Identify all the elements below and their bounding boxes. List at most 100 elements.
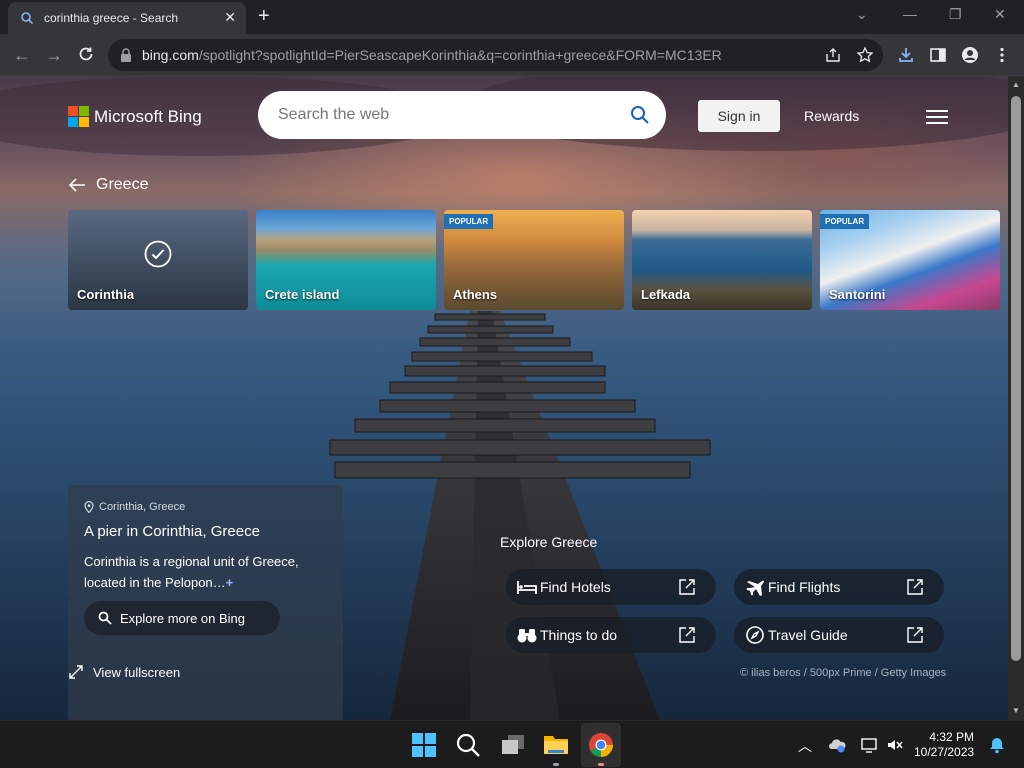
find-flights-label: Find Flights	[768, 579, 841, 595]
card-label: Corinthia	[77, 287, 135, 302]
airplane-icon	[746, 580, 765, 596]
explore-more-button[interactable]: Explore more on Bing	[84, 601, 280, 635]
card-label: Lefkada	[641, 287, 691, 302]
info-description: Corinthia is a regional unit of Greece, …	[84, 554, 299, 590]
hamburger-menu-icon[interactable]	[926, 110, 948, 124]
travel-guide-label: Travel Guide	[768, 627, 848, 643]
search-input[interactable]	[278, 103, 618, 127]
expand-description-button[interactable]: +	[226, 575, 234, 590]
rewards-link[interactable]: Rewards	[804, 108, 859, 124]
card-lefkada[interactable]: Lefkada	[632, 210, 812, 310]
external-link-icon	[679, 579, 695, 595]
microsoft-logo-icon	[68, 106, 89, 127]
onedrive-icon[interactable]	[828, 736, 846, 754]
location-text: Corinthia, Greece	[99, 501, 186, 513]
card-santorini[interactable]: POPULAR Santorini	[820, 210, 1000, 310]
explore-more-label: Explore more on Bing	[120, 610, 246, 626]
more-menu-icon[interactable]	[993, 46, 1011, 64]
chrome-icon[interactable]	[588, 732, 614, 758]
notification-bell-icon[interactable]	[988, 736, 1006, 754]
bing-logo[interactable]: Microsoft Bing	[68, 106, 202, 127]
info-title: A pier in Corinthia, Greece	[84, 523, 260, 540]
browser-titlebar: corinthia greece - Search ✕ + ⌄ — ❐ ✕	[0, 0, 1024, 34]
page-scrollbar[interactable]: ▲ ▼	[1008, 76, 1024, 720]
find-hotels-button[interactable]: Find Hotels	[506, 569, 716, 605]
side-panel-icon[interactable]	[929, 46, 947, 64]
image-credit: © ilias beros / 500px Prime / Getty Imag…	[740, 667, 947, 679]
things-to-do-button[interactable]: Things to do	[506, 617, 716, 653]
windows-taskbar: ︿ 4:32 PM 10/27/2023	[0, 720, 1024, 768]
restore-icon[interactable]: ❐	[949, 6, 962, 23]
spotlight-page: Microsoft Bing Sign in Rewards Greece Co…	[0, 76, 1008, 720]
expand-icon	[69, 665, 83, 679]
search-favicon-icon	[21, 12, 34, 25]
search-taskbar-icon[interactable]	[455, 732, 481, 758]
things-to-do-label: Things to do	[540, 627, 618, 643]
external-link-icon	[907, 627, 923, 643]
profile-avatar-icon[interactable]	[961, 46, 979, 64]
breadcrumb[interactable]: Greece	[68, 176, 148, 194]
bookmark-star-icon[interactable]	[856, 46, 874, 64]
view-fullscreen-label: View fullscreen	[93, 664, 181, 680]
network-icon[interactable]	[860, 736, 878, 754]
travel-guide-button[interactable]: Travel Guide	[734, 617, 944, 653]
card-athens[interactable]: POPULAR Athens	[444, 210, 624, 310]
forward-icon[interactable]: →	[43, 44, 65, 66]
tab-close-icon[interactable]: ✕	[224, 10, 236, 24]
location: Corinthia, Greece	[84, 501, 185, 513]
location-pin-icon	[84, 501, 94, 513]
binoculars-icon	[517, 629, 537, 643]
popular-badge: POPULAR	[444, 214, 494, 229]
sign-in-button[interactable]: Sign in	[698, 100, 780, 132]
file-explorer-icon[interactable]	[543, 731, 569, 757]
reload-icon[interactable]	[77, 45, 95, 63]
card-label: Santorini	[829, 287, 886, 302]
tab-search-chevron-icon[interactable]: ⌄	[856, 6, 868, 23]
card-label: Crete island	[265, 287, 340, 302]
volume-muted-icon[interactable]	[886, 736, 904, 754]
close-window-icon[interactable]: ✕	[994, 6, 1006, 23]
info-panel: Corinthia, Greece A pier in Corinthia, G…	[68, 485, 343, 720]
clock-date: 10/27/2023	[914, 745, 975, 759]
back-icon[interactable]: ←	[11, 44, 33, 66]
explore-heading: Explore Greece	[500, 534, 598, 550]
search-icon[interactable]	[630, 105, 650, 125]
share-icon[interactable]	[824, 46, 842, 64]
url-text: bing.com/spotlight?spotlightId=PierSeasc…	[142, 47, 722, 63]
breadcrumb-label: Greece	[96, 176, 149, 193]
check-circle-icon	[144, 240, 172, 268]
find-flights-button[interactable]: Find Flights	[734, 569, 944, 605]
view-fullscreen-link[interactable]: View fullscreen	[68, 664, 180, 680]
browser-tab[interactable]: corinthia greece - Search ✕	[8, 2, 246, 34]
download-icon[interactable]	[897, 46, 915, 64]
browser-toolbar: ← → bing.com/spotlight?spotlightId=PierS…	[0, 34, 1024, 76]
file-explorer-running-indicator	[553, 763, 559, 766]
bed-icon	[517, 581, 537, 594]
external-link-icon	[679, 627, 695, 643]
address-bar[interactable]: bing.com/spotlight?spotlightId=PierSeasc…	[108, 39, 883, 71]
lock-icon	[121, 48, 131, 62]
clock-time: 4:32 PM	[929, 730, 975, 744]
new-tab-icon[interactable]: +	[258, 6, 270, 26]
minimize-icon[interactable]: —	[903, 6, 917, 22]
system-clock[interactable]: 4:32 PM 10/27/2023	[914, 730, 974, 760]
windows-start-icon[interactable]	[411, 732, 437, 758]
task-view-icon[interactable]	[500, 732, 526, 758]
brand-name: Microsoft Bing	[94, 106, 202, 126]
back-arrow-icon[interactable]	[68, 177, 86, 193]
search-icon	[98, 611, 112, 625]
tab-title: corinthia greece - Search	[44, 11, 179, 25]
external-link-icon	[907, 579, 923, 595]
compass-icon	[746, 626, 764, 644]
scroll-down-icon[interactable]: ▼	[1012, 706, 1020, 715]
card-corinthia[interactable]: Corinthia	[68, 210, 248, 310]
card-crete-island[interactable]: Crete island	[256, 210, 436, 310]
popular-badge: POPULAR	[820, 214, 870, 229]
chevron-up-icon[interactable]: ︿	[798, 736, 816, 754]
card-label: Athens	[453, 287, 498, 302]
scroll-up-icon[interactable]: ▲	[1012, 80, 1020, 89]
find-hotels-label: Find Hotels	[540, 579, 611, 595]
scrollbar-thumb[interactable]	[1011, 96, 1021, 661]
chrome-running-indicator	[598, 763, 604, 766]
search-box[interactable]	[258, 91, 666, 139]
